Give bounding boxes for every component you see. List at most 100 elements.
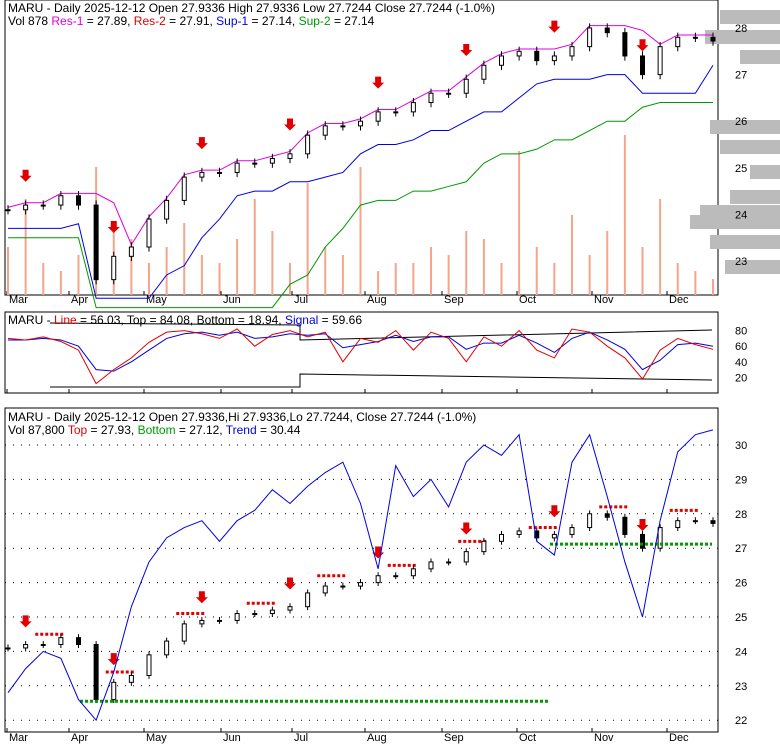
candle-body xyxy=(128,246,134,257)
month-label: Nov xyxy=(594,732,614,744)
candle-body xyxy=(393,575,399,578)
volume-bar xyxy=(553,263,556,295)
volume-bar xyxy=(218,263,221,295)
volume-bar xyxy=(324,247,327,295)
sell-arrow-icon xyxy=(548,20,561,33)
candle-body xyxy=(234,613,240,621)
candle-body xyxy=(640,533,645,549)
candle-body xyxy=(93,644,99,701)
month-label: Aug xyxy=(367,732,387,744)
sell-arrow-icon xyxy=(548,505,561,518)
candle-body xyxy=(481,540,487,553)
candle-body xyxy=(428,92,434,104)
candle-body xyxy=(5,209,11,212)
volume-profile-bar xyxy=(750,165,780,179)
candle-body xyxy=(604,27,610,34)
candle-body xyxy=(287,606,293,611)
candle-body xyxy=(393,111,399,114)
month-label: Apr xyxy=(71,294,88,306)
trend-line xyxy=(7,429,714,722)
candle-body xyxy=(322,125,328,136)
volume-bar xyxy=(623,135,626,295)
price-tick-label: 25 xyxy=(735,163,747,175)
panel2-title: MARU - Line = 56.03, Top = 84.08, Bottom… xyxy=(8,313,363,327)
volume-bar xyxy=(183,223,186,295)
price-tick-label: 27 xyxy=(735,70,747,82)
candle-body xyxy=(446,561,452,564)
osc-bottom-line xyxy=(50,373,713,388)
month-label: Jul xyxy=(294,294,308,306)
sell-arrow-icon xyxy=(636,519,649,531)
sell-arrow-icon xyxy=(460,522,473,535)
price-tick-label: 25 xyxy=(735,612,747,624)
candle-body xyxy=(604,513,610,518)
sell-arrow-icon xyxy=(195,591,208,604)
sell-arrow-icon xyxy=(636,39,649,52)
candle-body xyxy=(199,171,205,178)
month-label: Mar xyxy=(9,294,28,306)
candle-body xyxy=(181,176,187,201)
price-tick-label: 23 xyxy=(735,256,747,268)
candle-body xyxy=(217,619,222,622)
month-label: Dec xyxy=(669,294,689,306)
osc-tick-label: 60 xyxy=(735,341,747,353)
candle-body xyxy=(128,674,134,683)
volume-bar xyxy=(518,151,521,295)
candle-body xyxy=(569,46,575,57)
month-label: Apr xyxy=(71,732,88,744)
candle-body xyxy=(76,637,81,646)
volume-bar xyxy=(535,247,538,295)
candle-body xyxy=(340,125,346,128)
volume-bar xyxy=(289,263,291,295)
candle-body xyxy=(269,609,275,615)
volume-bar xyxy=(341,255,344,295)
volume-bar xyxy=(59,271,62,295)
month-label: Aug xyxy=(367,294,387,306)
month-label: May xyxy=(146,294,167,306)
candle-body xyxy=(164,640,170,656)
candle-body xyxy=(551,55,557,62)
sell-arrow-icon xyxy=(284,577,296,590)
price-tick-label: 23 xyxy=(735,681,747,693)
candle-body xyxy=(287,153,293,159)
candle-body xyxy=(146,218,152,248)
candle-body xyxy=(375,111,381,122)
candle-body xyxy=(305,134,311,155)
candle-body xyxy=(164,199,170,220)
volume-bar xyxy=(571,215,573,295)
volume-bar xyxy=(359,167,362,295)
candle-body xyxy=(675,36,681,48)
month-label: Jun xyxy=(223,294,241,306)
candle-body xyxy=(305,592,311,608)
volume-bar xyxy=(394,263,397,295)
candle-body xyxy=(675,520,681,529)
month-label: Oct xyxy=(519,732,536,744)
volume-bar xyxy=(165,247,168,295)
sell-arrow-icon xyxy=(284,118,296,131)
panel3-levels: Vol 87,800 Top = 27.93, Bottom = 27.12, … xyxy=(8,423,301,437)
volume-bar xyxy=(42,263,45,295)
volume-bar xyxy=(236,239,239,295)
osc-tick-label: 80 xyxy=(735,326,747,338)
volume-bar xyxy=(148,263,150,295)
price-tick-label: 27 xyxy=(735,543,747,555)
candle-body xyxy=(111,681,117,701)
candle-body xyxy=(23,644,29,649)
volume-bar xyxy=(430,247,432,295)
candle-body xyxy=(710,36,716,42)
candle-body xyxy=(269,157,275,164)
volume-bar xyxy=(606,231,609,295)
candle-body xyxy=(375,575,381,584)
sell-arrow-icon xyxy=(19,169,32,182)
candle-body xyxy=(252,162,258,165)
price-tick-label: 26 xyxy=(735,578,747,590)
candle-body xyxy=(587,513,593,529)
volume-profile-bar xyxy=(720,140,780,154)
volume-bar xyxy=(465,231,468,295)
candle-body xyxy=(111,255,117,281)
candle-body xyxy=(40,644,46,647)
candle-body xyxy=(93,204,99,281)
month-label: Dec xyxy=(669,732,689,744)
month-label: Jun xyxy=(223,732,241,744)
price-tick-label: 24 xyxy=(735,209,747,221)
